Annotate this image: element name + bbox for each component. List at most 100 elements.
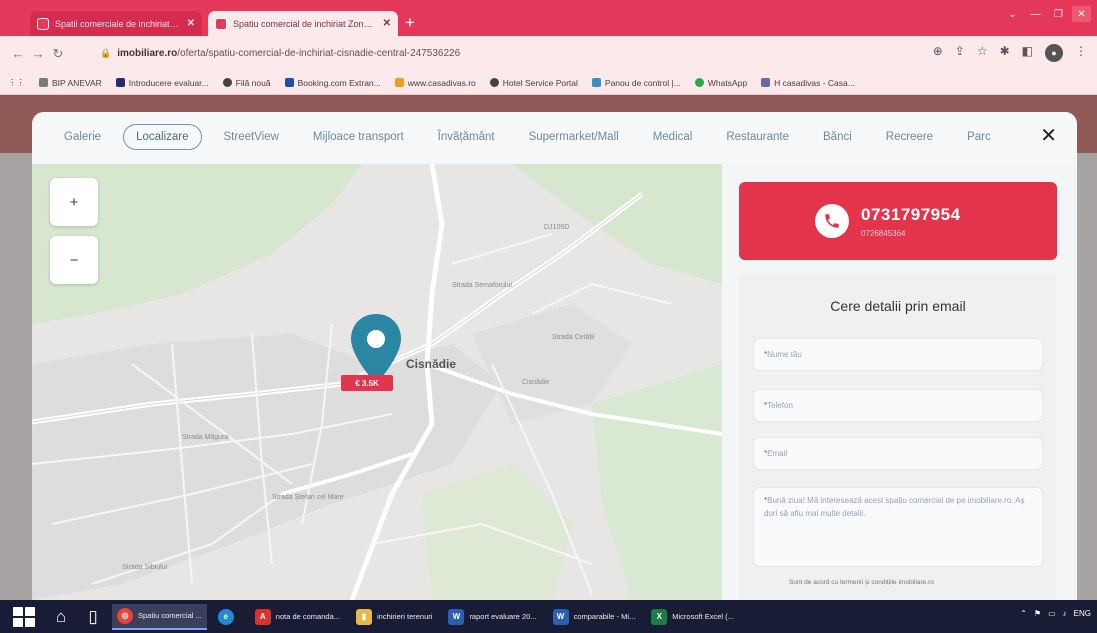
bookmark-icon [761,78,771,87]
home-icon[interactable]: ⌂ [48,604,74,630]
chrome-icon: ◎ [117,607,133,624]
browser-tab-2[interactable]: Spatiu comercial de inchiriat Zona Centr… [208,11,398,36]
bookmark-icon [39,78,48,87]
tab-medical[interactable]: Medical [641,125,705,149]
tab-search-icon[interactable]: ⌄ [1003,6,1022,22]
window-close-icon[interactable]: ✕ [1072,6,1091,22]
bookmark-item[interactable]: Filă nouă [222,78,271,88]
tab-parc[interactable]: Parc [955,125,1003,149]
street-label: Strada Ștefan cel Mare [272,494,344,501]
modal-close-icon[interactable]: ✕ [1040,126,1057,146]
forward-arrow-icon[interactable]: → [28,46,48,61]
globe-icon [489,78,499,87]
minimize-icon[interactable]: — [1026,6,1045,22]
zoom-icon[interactable]: ⊕ [933,44,943,62]
taskbar-item-edge[interactable]: e [213,604,244,630]
phone-text: 0731797954 0726845364 [861,205,961,238]
whatsapp-icon [694,78,704,87]
tab-localizare[interactable]: Localizare [123,124,202,150]
word-icon: W [448,608,465,625]
message-textarea[interactable]: *Bună ziua! Mă interesează acest spațiu … [753,487,1043,567]
bookmark-star-icon[interactable]: ☆ [977,44,988,62]
language-indicator[interactable]: ENG [1074,609,1091,618]
name-input[interactable]: * Nume tău [753,338,1043,371]
network-icon[interactable]: ⚑ [1034,609,1041,618]
bookmark-item[interactable]: H casadivas - Casa... [761,78,855,88]
pdf-icon: A [254,608,271,625]
windows-start-icon[interactable] [10,604,36,630]
taskbar-item-pdf[interactable]: Anota de comanda... [250,604,345,630]
price-tag[interactable]: € 3.5K [341,375,393,391]
location-modal: Galerie Localizare StreetView Mijloace t… [32,112,1077,600]
phone-icon [815,204,849,238]
sidepanel-icon[interactable]: ◧ [1022,44,1033,62]
window-controls: ⌄ — ❐ ✕ [1003,6,1091,22]
phone-input[interactable]: * Telefon [753,389,1043,422]
phone-number-main: 0731797954 [861,204,961,224]
casadivas-icon [394,78,404,87]
taskbar-item-word-1[interactable]: Wraport evaluare 20... [443,604,541,630]
battery-icon[interactable]: ▭ [1048,609,1056,618]
taskbar-item-folder[interactable]: ▮ inchirieri terenuri [351,604,437,630]
street-label: Strada Măgura [182,434,229,441]
bookmark-item[interactable]: Panou de control |... [591,78,681,88]
tab-recreere[interactable]: Recreere [874,125,945,149]
browser-tabstrip: Spatii comerciale de inchiriat in Cisnad… [0,0,1097,36]
browser-tab-1[interactable]: Spatii comerciale de inchiriat in Cisnad… [30,11,202,36]
taskbar-item-excel[interactable]: X Microsoft Excel (... [646,604,739,630]
street-label: Strada Sibiului [122,564,168,571]
bookmark-item[interactable]: WhatsApp [694,78,747,88]
panel-icon [591,78,601,87]
bookmark-icon [115,78,125,87]
imobiliare-favicon-icon [215,17,227,30]
email-input[interactable]: * Email [753,437,1043,470]
taskbar-item-chrome[interactable]: ◎ Spatiu comercial ... [112,603,207,630]
globe-icon [222,78,232,87]
file-explorer-icon[interactable]: ▯ [80,604,106,630]
phone-number-alt: 0726845364 [861,228,906,238]
booking-icon [284,78,294,87]
share-icon[interactable]: ⇪ [955,44,965,62]
url-path: /oferta/spatiu-comercial-de-inchiriat-ci… [177,48,461,59]
email-form: Cere detalii prin email * Nume tău * Telef… [739,274,1057,600]
address-bar[interactable]: 🔒 imobiliare.ro /oferta/spatiu-comercial… [90,42,950,65]
tab-galerie[interactable]: Galerie [52,125,113,149]
town-label: Cisnădie [406,357,457,371]
bookmarks-bar: ⋮⋮ BIP ANEVAR Introducere evaluar... Fil… [0,71,1097,95]
tab-close-icon[interactable]: ✕ [383,18,391,29]
back-arrow-icon[interactable]: ← [8,46,28,61]
new-tab-button[interactable]: + [405,13,415,33]
street-label: Cisnădie [522,379,550,386]
bookmark-item[interactable]: www.casadivas.ro [394,78,476,88]
contact-panel: 0731797954 0726845364 Cere detalii prin … [722,164,1077,600]
apps-icon[interactable]: ⋮⋮ [8,77,25,88]
phone-button[interactable]: 0731797954 0726845364 [739,182,1057,260]
reload-icon[interactable]: ↻ [48,46,68,62]
tab-restaurante[interactable]: Restaurante [714,125,801,149]
menu-kebab-icon[interactable]: ⋮ [1075,44,1087,62]
tray-chevron-icon[interactable]: ⌃ [1020,609,1027,618]
bookmark-item[interactable]: Booking.com Extran... [284,78,381,88]
consent-text: Sunt de acord cu termenii și condițiile … [789,579,934,586]
excel-icon: X [651,608,668,625]
tab-banci[interactable]: Bănci [811,125,864,149]
lock-icon: 🔒 [100,48,112,58]
volume-icon[interactable]: ♪ [1063,609,1067,618]
tab-invatamant[interactable]: Învățământ [426,125,507,149]
map-view[interactable]: Strada Semaforului Strada Cetății Strada… [32,164,722,600]
tab-streetview[interactable]: StreetView [212,125,291,149]
tab-mijloace-transport[interactable]: Mijloace transport [301,125,416,149]
extensions-icon[interactable]: ✱ [1000,44,1010,62]
browser-toolbar: ← → ↻ 🔒 imobiliare.ro /oferta/spatiu-com… [0,36,1097,71]
bookmark-item[interactable]: Introducere evaluar... [115,78,209,88]
zoom-in-button[interactable]: + [50,178,98,226]
tab-supermarket-mall[interactable]: Supermarket/Mall [517,125,631,149]
profile-avatar-icon[interactable]: ● [1045,44,1063,62]
word-icon: W [552,608,569,625]
maximize-icon[interactable]: ❐ [1049,6,1068,22]
bookmark-item[interactable]: BIP ANEVAR [39,78,102,88]
zoom-out-button[interactable]: − [50,236,98,284]
bookmark-item[interactable]: Hotel Service Portal [489,78,578,88]
tab-close-icon[interactable]: ✕ [187,18,195,29]
taskbar-item-word-2[interactable]: Wcomparabile - Mi... [548,604,641,630]
